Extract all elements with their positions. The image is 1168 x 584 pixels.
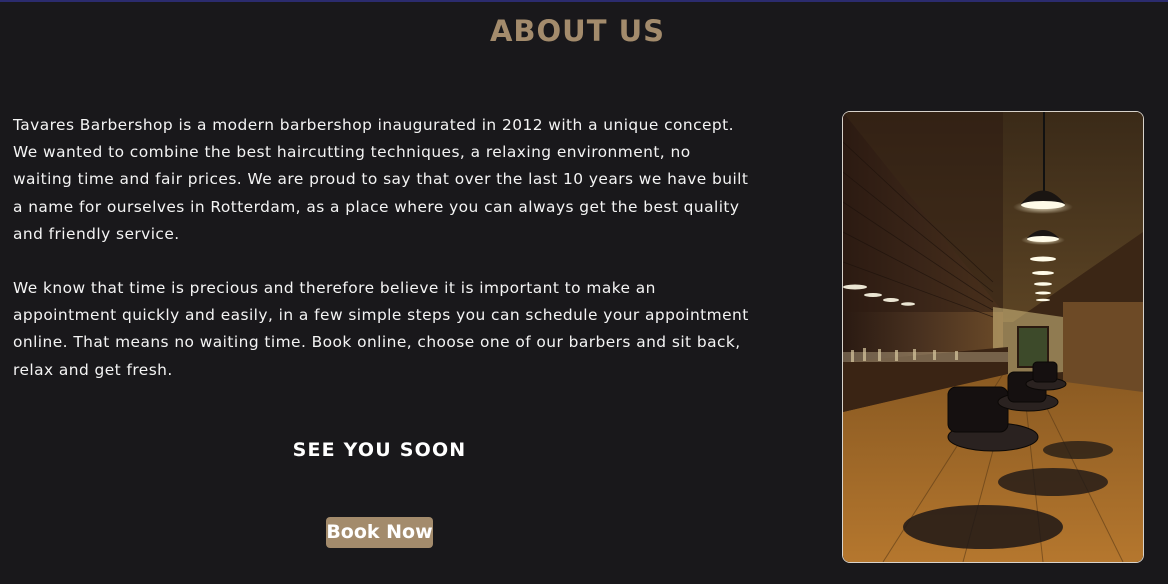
- book-now-button[interactable]: Book Now: [326, 517, 433, 548]
- about-paragraph-1: Tavares Barbershop is a modern barbersho…: [13, 116, 749, 243]
- about-paragraph-2: We know that time is precious and theref…: [13, 279, 749, 379]
- about-text-column: Tavares Barbershop is a modern barbersho…: [13, 112, 753, 384]
- about-us-title: ABOUT US: [489, 14, 666, 48]
- barbershop-interior-image: [842, 111, 1144, 563]
- see-you-soon-heading: SEE YOU SOON: [292, 439, 467, 461]
